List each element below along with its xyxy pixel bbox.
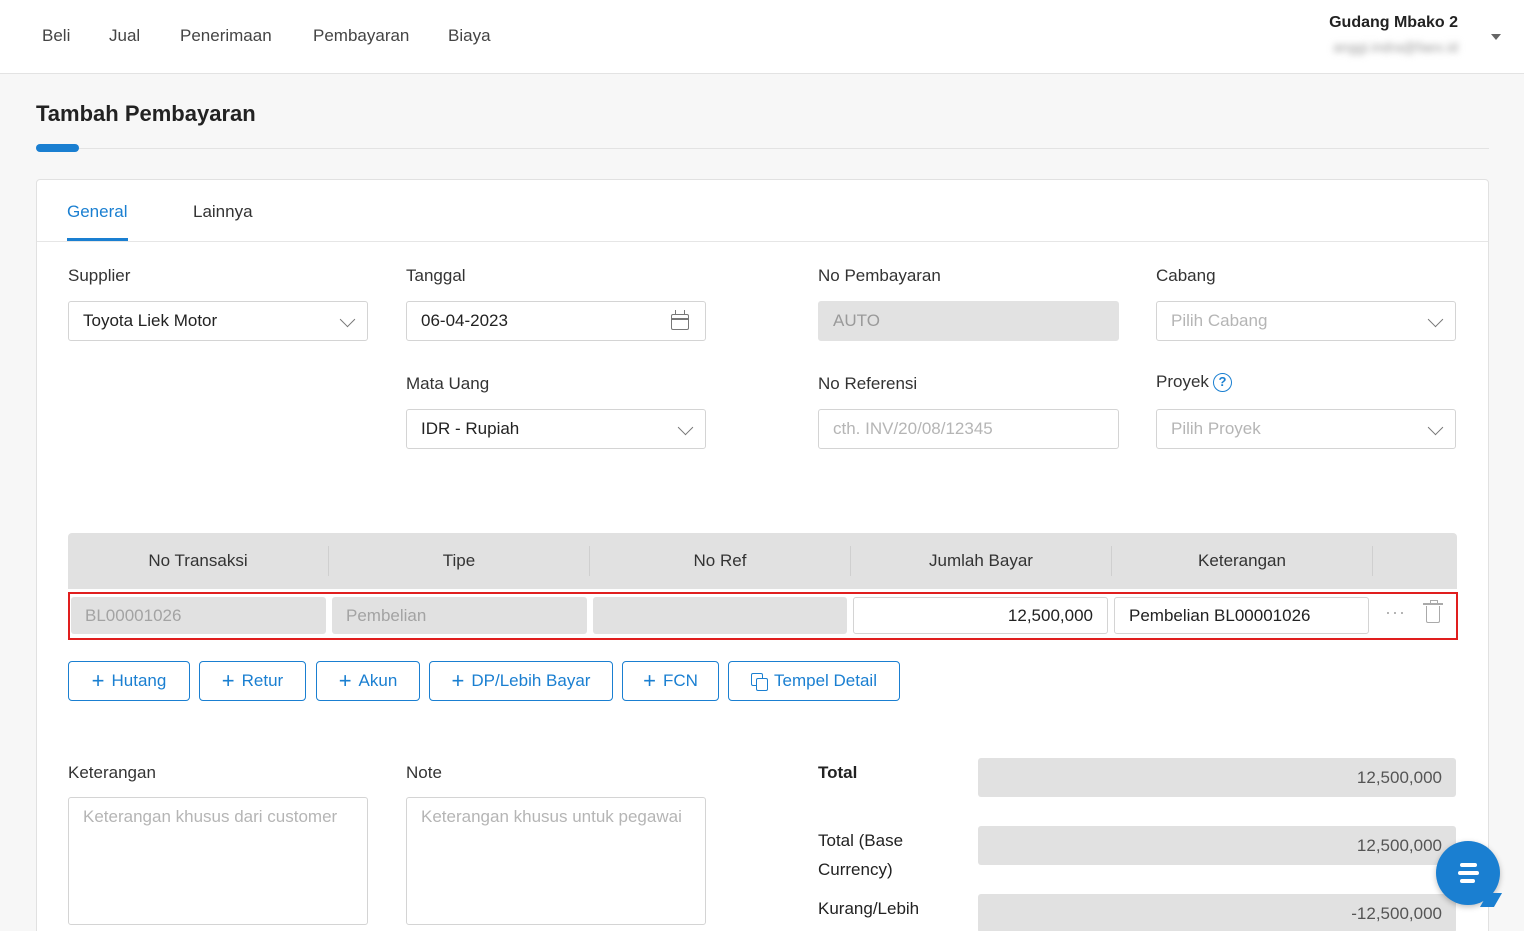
- proyek-label-text: Proyek: [1156, 372, 1209, 391]
- chat-button[interactable]: [1436, 841, 1500, 905]
- chevron-down-icon: [677, 419, 694, 436]
- row-keterangan-input[interactable]: Pembelian BL00001026: [1114, 597, 1369, 634]
- user-name: Gudang Mbako 2: [1329, 14, 1458, 31]
- add-fcn-button[interactable]: + FCN: [622, 661, 719, 701]
- keterangan-label: Keterangan: [68, 763, 156, 782]
- note-label: Note: [406, 763, 442, 782]
- more-icon[interactable]: ···: [1385, 602, 1406, 623]
- tab-bar: General Lainnya: [37, 180, 1488, 242]
- mata-uang-select[interactable]: IDR - Rupiah: [406, 409, 706, 449]
- nav-jual[interactable]: Jual: [109, 26, 140, 46]
- plus-icon: +: [338, 668, 352, 693]
- note-textarea[interactable]: Keterangan khusus untuk pegawai: [406, 797, 706, 925]
- cabang-label: Cabang: [1156, 266, 1216, 285]
- plus-icon: +: [643, 668, 656, 693]
- page-title: Tambah Pembayaran: [36, 101, 256, 126]
- tab-lainnya[interactable]: Lainnya: [193, 202, 253, 222]
- tab-general[interactable]: General: [67, 202, 127, 222]
- mata-uang-label: Mata Uang: [406, 374, 490, 393]
- cabang-placeholder: Pilih Cabang: [1171, 311, 1268, 330]
- no-pembayaran-value: AUTO: [833, 311, 880, 330]
- button-label: Tempel Detail: [774, 671, 877, 690]
- kurang-lebih-label: Kurang/Lebih: [818, 899, 920, 918]
- row-jumlah-bayar-input[interactable]: 12,500,000: [853, 597, 1108, 634]
- nav-biaya[interactable]: Biaya: [448, 26, 491, 46]
- row-tipe: Pembelian: [332, 597, 587, 634]
- total-base-label-line-1: Total (Base: [818, 831, 904, 850]
- button-label: Hutang: [111, 671, 167, 690]
- col-separator: [1372, 546, 1373, 576]
- no-referensi-input[interactable]: cth. INV/20/08/12345: [818, 409, 1119, 449]
- col-keterangan: Keterangan: [1198, 551, 1286, 570]
- supplier-select[interactable]: Toyota Liek Motor: [68, 301, 368, 341]
- supplier-value: Toyota Liek Motor: [83, 311, 218, 330]
- form-card: General Lainnya Supplier Toyota Liek Mot…: [36, 179, 1489, 931]
- no-referensi-label: No Referensi: [818, 374, 918, 393]
- active-tab-indicator: [67, 238, 128, 241]
- nav-beli[interactable]: Beli: [42, 26, 70, 46]
- no-pembayaran-label: No Pembayaran: [818, 266, 941, 285]
- chevron-down-icon: [1427, 419, 1444, 436]
- kurang-lebih-value: -12,500,000: [978, 894, 1456, 931]
- nav-pembayaran[interactable]: Pembayaran: [313, 26, 409, 46]
- top-bar: Beli Jual Penerimaan Pembayaran Biaya Gu…: [0, 0, 1524, 74]
- keterangan-textarea[interactable]: Keterangan khusus dari customer: [68, 797, 368, 925]
- button-label: DP/Lebih Bayar: [471, 671, 591, 690]
- chat-icon: [1458, 863, 1479, 883]
- tanggal-label: Tanggal: [406, 266, 466, 285]
- no-referensi-placeholder: cth. INV/20/08/12345: [833, 419, 993, 438]
- copy-icon: [751, 673, 768, 691]
- total-label: Total: [818, 763, 858, 782]
- add-retur-button[interactable]: + Retur: [199, 661, 306, 701]
- row-no-ref: [593, 597, 847, 634]
- col-no-transaksi: No Transaksi: [148, 551, 248, 570]
- add-akun-button[interactable]: + Akun: [316, 661, 420, 701]
- plus-icon: +: [221, 668, 235, 693]
- proyek-label: Proyek?: [1156, 372, 1232, 392]
- col-no-ref: No Ref: [693, 551, 747, 570]
- total-value: 12,500,000: [978, 758, 1456, 797]
- total-base-label-line-2: Currency): [818, 860, 893, 879]
- plus-icon: +: [91, 668, 105, 693]
- tempel-detail-button[interactable]: Tempel Detail: [728, 661, 900, 701]
- chevron-down-icon: [1427, 311, 1444, 328]
- button-label: Retur: [241, 671, 284, 690]
- trash-icon[interactable]: [1423, 600, 1443, 623]
- nav-penerimaan[interactable]: Penerimaan: [180, 26, 272, 46]
- no-pembayaran-field: AUTO: [818, 301, 1119, 341]
- add-dp-lebih-bayar-button[interactable]: + DP/Lebih Bayar: [429, 661, 613, 701]
- add-hutang-button[interactable]: + Hutang: [68, 661, 190, 701]
- caret-down-icon[interactable]: [1491, 34, 1501, 40]
- col-tipe: Tipe: [442, 551, 476, 570]
- mata-uang-value: IDR - Rupiah: [421, 419, 520, 438]
- supplier-label: Supplier: [68, 266, 131, 285]
- cabang-select[interactable]: Pilih Cabang: [1156, 301, 1456, 341]
- user-menu[interactable]: Gudang Mbako 2 anggi.indra@faex.id: [1329, 14, 1458, 57]
- tanggal-value: 06-04-2023: [421, 311, 508, 330]
- user-email: anggi.indra@faex.id: [1333, 39, 1458, 55]
- proyek-select[interactable]: Pilih Proyek: [1156, 409, 1456, 449]
- button-label: Akun: [358, 671, 398, 690]
- proyek-placeholder: Pilih Proyek: [1171, 419, 1261, 438]
- table-header: No Transaksi Tipe No Ref Jumlah Bayar Ke…: [68, 533, 1457, 589]
- row-no-transaksi: BL00001026: [71, 597, 326, 634]
- calendar-icon[interactable]: [671, 310, 689, 330]
- title-divider: [36, 148, 1489, 149]
- help-icon[interactable]: ?: [1212, 373, 1232, 392]
- total-base-currency-label: Total (Base Currency): [818, 826, 903, 884]
- plus-icon: +: [451, 668, 465, 693]
- col-jumlah-bayar: Jumlah Bayar: [929, 551, 1033, 570]
- button-label: FCN: [662, 671, 698, 690]
- total-base-currency-value: 12,500,000: [978, 826, 1456, 865]
- tanggal-date-input[interactable]: 06-04-2023: [406, 301, 706, 341]
- title-accent: [36, 144, 79, 152]
- chevron-down-icon: [339, 311, 356, 328]
